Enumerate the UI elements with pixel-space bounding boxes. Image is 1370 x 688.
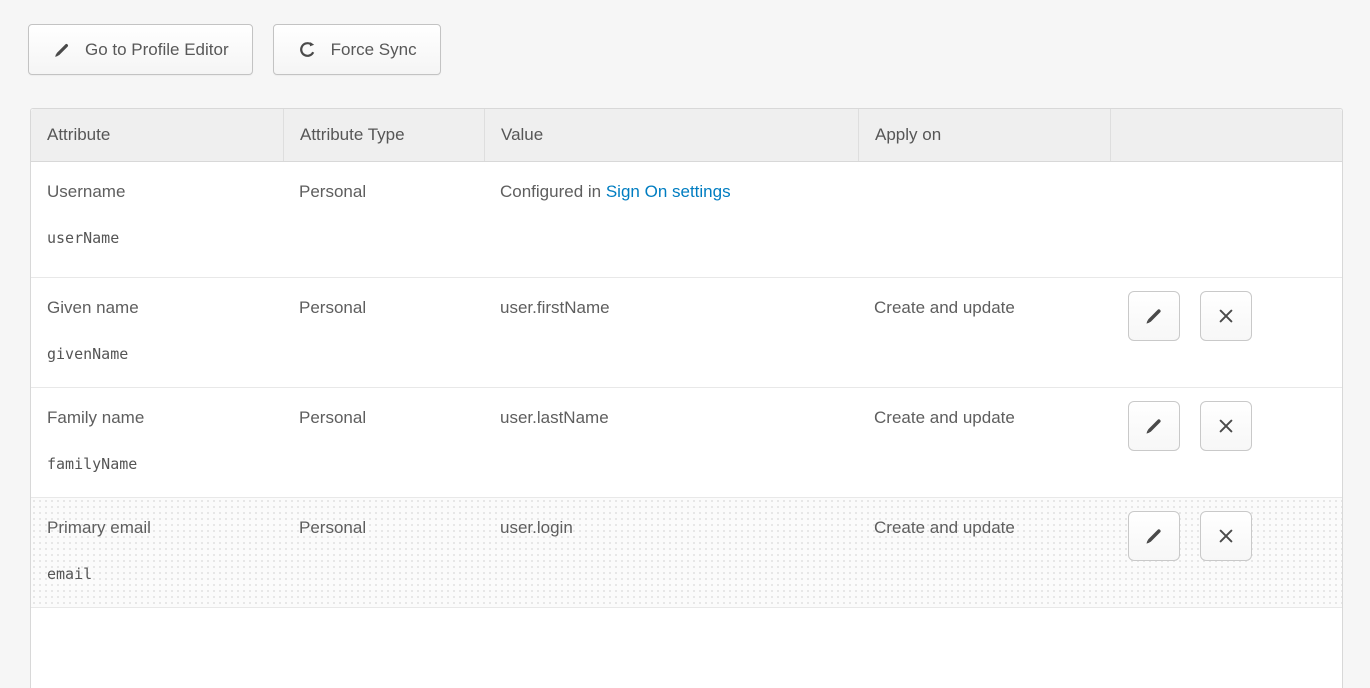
close-icon (1216, 416, 1236, 436)
delete-attribute-button[interactable] (1200, 401, 1252, 451)
column-header-apply-on: Apply on (858, 109, 1110, 161)
column-header-attribute-type: Attribute Type (283, 109, 484, 161)
value-cell: Configured in Sign On settings (484, 162, 858, 277)
table-row-username: Username userName Personal Configured in… (31, 162, 1342, 278)
attribute-variable-name: givenName (47, 345, 267, 363)
table-row-partial (31, 608, 1342, 688)
force-sync-label: Force Sync (331, 40, 417, 60)
pencil-icon (1143, 525, 1165, 547)
attribute-label: Family name (47, 408, 267, 428)
column-header-value: Value (484, 109, 858, 161)
edit-attribute-button[interactable] (1128, 401, 1180, 451)
force-sync-button[interactable]: Force Sync (273, 24, 441, 75)
delete-attribute-button[interactable] (1200, 291, 1252, 341)
actions-cell (1110, 388, 1342, 497)
close-icon (1216, 526, 1236, 546)
attribute-mappings-table: Attribute Attribute Type Value Apply on … (30, 108, 1343, 688)
column-header-attribute: Attribute (31, 109, 283, 161)
edit-attribute-button[interactable] (1128, 291, 1180, 341)
attribute-cell: Username userName (31, 162, 283, 277)
attribute-variable-name: familyName (47, 455, 267, 473)
edit-attribute-button[interactable] (1128, 511, 1180, 561)
attribute-label: Given name (47, 298, 267, 318)
attribute-variable-name: email (47, 565, 267, 583)
table-header-row: Attribute Attribute Type Value Apply on (31, 109, 1342, 162)
value-prefix-text: Configured in (500, 182, 606, 201)
apply-on-cell: Create and update (858, 498, 1110, 607)
pencil-icon (1143, 415, 1165, 437)
value-cell: user.login (484, 498, 858, 607)
attribute-type-cell: Personal (283, 388, 484, 497)
apply-on-cell: Create and update (858, 388, 1110, 497)
delete-attribute-button[interactable] (1200, 511, 1252, 561)
attribute-cell: Given name givenName (31, 278, 283, 387)
pencil-icon (1143, 305, 1165, 327)
attribute-cell: Family name familyName (31, 388, 283, 497)
table-row-family-name: Family name familyName Personal user.las… (31, 388, 1342, 498)
attribute-variable-name: userName (47, 229, 267, 247)
toolbar: Go to Profile Editor Force Sync (0, 0, 1370, 75)
attribute-type-cell: Personal (283, 162, 484, 277)
attribute-label: Primary email (47, 518, 267, 538)
sign-on-settings-link[interactable]: Sign On settings (606, 182, 731, 201)
actions-cell (1110, 498, 1342, 607)
refresh-icon (297, 39, 318, 60)
attribute-type-cell: Personal (283, 278, 484, 387)
table-row-given-name: Given name givenName Personal user.first… (31, 278, 1342, 388)
pencil-icon (52, 40, 72, 60)
actions-cell (1110, 162, 1342, 277)
attribute-type-cell: Personal (283, 498, 484, 607)
value-cell: user.firstName (484, 278, 858, 387)
close-icon (1216, 306, 1236, 326)
apply-on-cell: Create and update (858, 278, 1110, 387)
go-to-profile-editor-label: Go to Profile Editor (85, 40, 229, 60)
attribute-label: Username (47, 182, 267, 202)
apply-on-cell (858, 162, 1110, 277)
go-to-profile-editor-button[interactable]: Go to Profile Editor (28, 24, 253, 75)
table-row-primary-email: Primary email email Personal user.login … (31, 498, 1342, 608)
attribute-cell: Primary email email (31, 498, 283, 607)
column-header-actions (1110, 109, 1342, 161)
actions-cell (1110, 278, 1342, 387)
value-cell: user.lastName (484, 388, 858, 497)
